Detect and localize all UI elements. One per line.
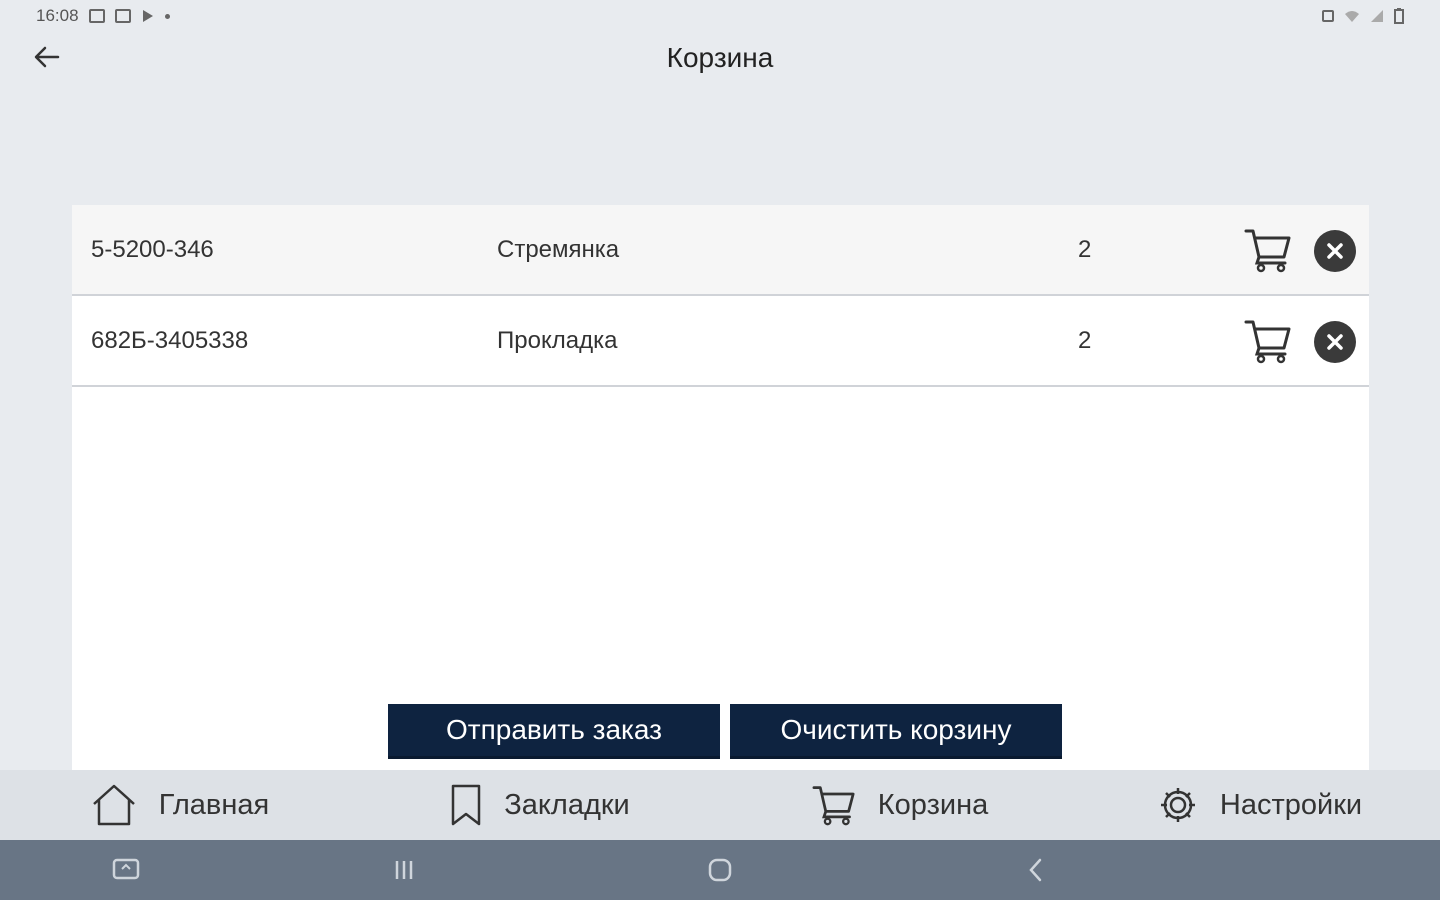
gallery-icon: [88, 9, 105, 23]
signal-icon: [1371, 10, 1383, 22]
clear-cart-button[interactable]: Очистить корзину: [730, 704, 1062, 759]
cart-row: 682Б-3405338 Прокладка 2: [72, 296, 1369, 387]
item-quantity: 2: [1078, 326, 1092, 354]
status-bar: 16:08: [0, 0, 1440, 32]
item-name: Прокладка: [497, 326, 618, 354]
status-left: 16:08: [36, 6, 170, 26]
close-icon: [1327, 243, 1343, 259]
wifi-icon: [1345, 11, 1359, 22]
cart-icon: [812, 786, 855, 826]
page-title: Корзина: [666, 42, 774, 73]
cart-actions: Отправить заказ Очистить корзину: [388, 704, 1062, 759]
send-order-button[interactable]: Отправить заказ: [388, 704, 720, 759]
system-nav-bar: [0, 840, 1440, 900]
cart-row: 5-5200-346 Стремянка 2: [72, 205, 1369, 296]
remove-button[interactable]: [1314, 230, 1356, 272]
status-right: [1322, 8, 1404, 24]
back-button[interactable]: [30, 40, 64, 74]
close-icon: [1327, 334, 1343, 350]
item-name: Стремянка: [497, 235, 620, 263]
home-icon: [92, 784, 135, 826]
system-back-button[interactable]: [1020, 854, 1052, 886]
item-quantity: 2: [1078, 235, 1092, 263]
app-header: Корзина: [0, 32, 1440, 84]
cart-icon[interactable]: [1244, 318, 1292, 364]
message-icon: [114, 9, 131, 23]
item-code: 682Б-3405338: [91, 326, 249, 354]
remove-button[interactable]: [1314, 321, 1356, 363]
system-screenshot-button[interactable]: [110, 854, 142, 886]
system-home-icon: [708, 858, 732, 882]
recents-icon: [395, 861, 413, 879]
bottom-nav: Главная Закладки Корзина Настройки: [0, 770, 1440, 840]
nav-item-home[interactable]: Главная: [0, 770, 360, 840]
nav-label-settings: Настройки: [1219, 788, 1363, 821]
system-back-icon: [1029, 858, 1042, 882]
nav-label-bookmarks: Закладки: [504, 788, 630, 821]
gear-icon: [1160, 788, 1195, 822]
battery-icon: [1394, 8, 1404, 24]
screenshot-icon: [112, 858, 140, 880]
status-time: 16:08: [36, 6, 79, 25]
bookmark-icon: [451, 784, 481, 826]
item-code: 5-5200-346: [91, 235, 214, 263]
dot-icon: [164, 13, 170, 19]
nav-label-home: Главная: [158, 788, 270, 821]
play-icon: [142, 10, 153, 22]
nav-item-settings[interactable]: Настройки: [1080, 770, 1440, 840]
nav-label-cart: Корзина: [877, 788, 989, 821]
arrow-left-icon: [34, 46, 60, 68]
cart-icon[interactable]: [1244, 227, 1292, 273]
nav-item-bookmarks[interactable]: Закладки: [360, 770, 720, 840]
system-recents-button[interactable]: [388, 854, 420, 886]
cart-panel: 5-5200-346 Стремянка 2 682Б-3405338 Прок…: [72, 205, 1369, 770]
nav-item-cart[interactable]: Корзина: [720, 770, 1080, 840]
alarm-icon: [1322, 10, 1334, 22]
system-home-button[interactable]: [704, 854, 736, 886]
